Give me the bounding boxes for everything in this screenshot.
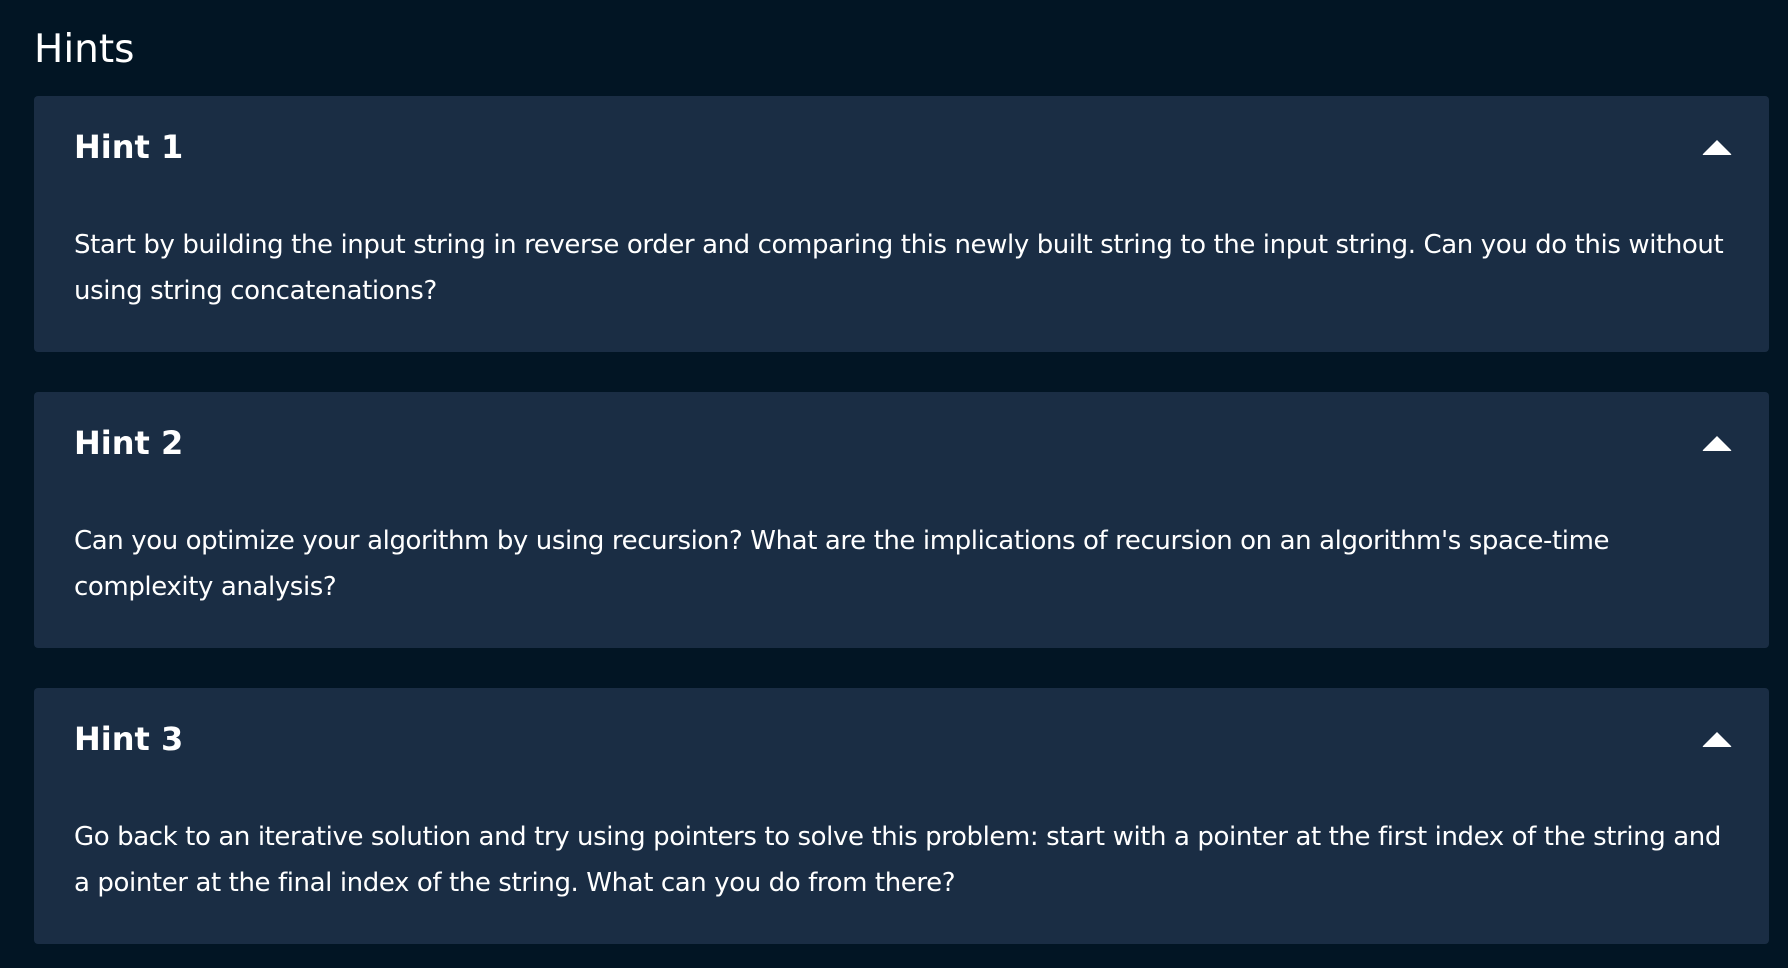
hint-1-body: Start by building the input string in re…	[74, 230, 1724, 306]
hint-card: Hint 2 Can you optimize your algorithm b…	[34, 392, 1769, 648]
hint-2-title: Hint 2	[74, 424, 184, 462]
hint-3-header[interactable]: Hint 3	[34, 688, 1769, 788]
hint-3-body: Go back to an iterative solution and try…	[74, 822, 1721, 898]
hint-1-header[interactable]: Hint 1	[34, 96, 1769, 196]
chevron-up-icon[interactable]	[1701, 139, 1733, 156]
chevron-up-icon[interactable]	[1701, 435, 1733, 452]
hint-2-header[interactable]: Hint 2	[34, 392, 1769, 492]
hint-card: Hint 3 Go back to an iterative solution …	[34, 688, 1769, 944]
hint-1-title: Hint 1	[74, 128, 184, 166]
hints-page: Hints Hint 1 Start by building the input…	[0, 0, 1788, 968]
hint-3-title: Hint 3	[74, 720, 184, 758]
hint-2-body: Can you optimize your algorithm by using…	[74, 526, 1610, 602]
hint-card: Hint 1 Start by building the input strin…	[34, 96, 1769, 352]
hints-section-title: Hints	[34, 27, 135, 72]
chevron-up-icon[interactable]	[1701, 731, 1733, 748]
